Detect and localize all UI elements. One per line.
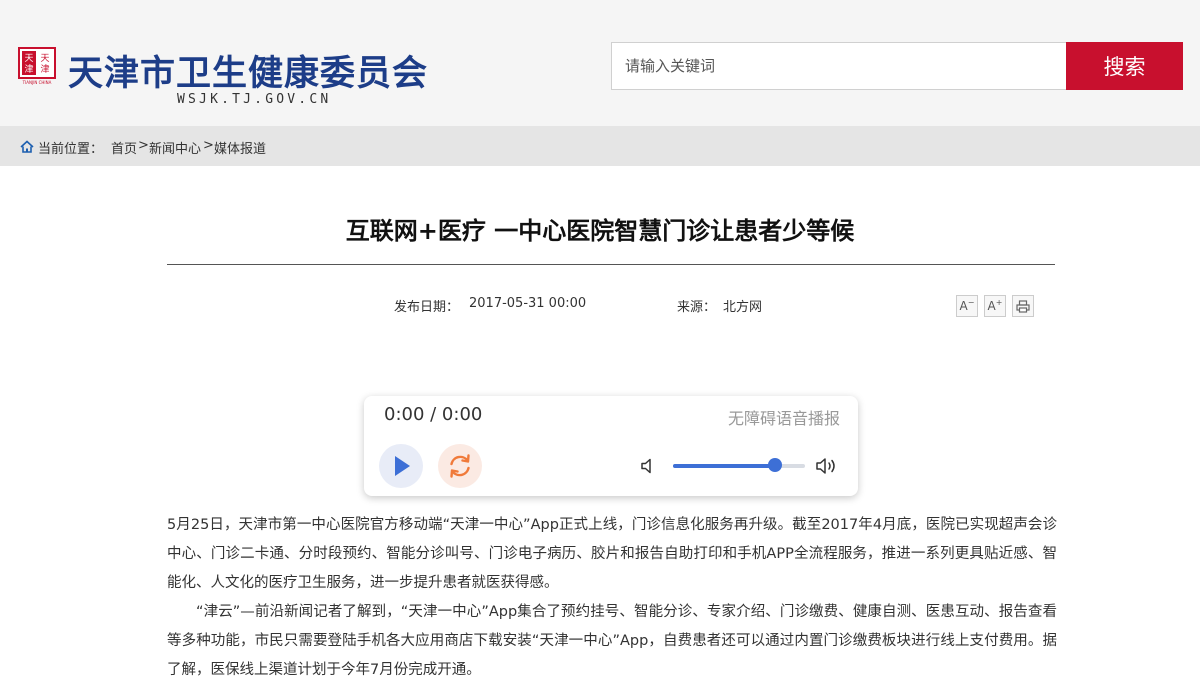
play-button[interactable] (379, 444, 423, 488)
volume-high-icon[interactable] (815, 456, 839, 476)
breadcrumb-news-center[interactable]: 新闻中心 (149, 138, 201, 157)
publish-date-label: 发布日期： (394, 300, 460, 315)
title-divider (167, 264, 1055, 265)
volume-slider[interactable] (673, 458, 805, 472)
font-increase-button[interactable]: A + (984, 295, 1006, 317)
search-box (611, 42, 1067, 90)
breadcrumb-home[interactable]: 首页 (111, 138, 137, 157)
play-icon (395, 456, 410, 476)
breadcrumb-separator: > (203, 138, 214, 153)
svg-text:津: 津 (24, 64, 33, 75)
site-header: 天 津 天 津 TIANJIN CHINA 天津市卫生健康委员会 WSJK.TJ… (0, 0, 1200, 126)
svg-text:天: 天 (24, 54, 33, 64)
printer-icon (1016, 299, 1030, 313)
home-icon (20, 140, 34, 153)
search-button[interactable]: 搜索 (1066, 42, 1183, 90)
font-decrease-button[interactable]: A − (956, 295, 978, 317)
volume-fill (673, 464, 775, 468)
breadcrumb-media-reports[interactable]: 媒体报道 (214, 138, 266, 157)
breadcrumb-separator: > (138, 138, 149, 153)
refresh-icon (450, 454, 470, 478)
volume-low-icon[interactable] (640, 457, 656, 475)
publish-date: 2017-05-31 00:00 (469, 296, 587, 311)
source-value: 北方网 (723, 300, 763, 315)
volume-handle[interactable] (767, 458, 782, 472)
replay-button[interactable] (438, 444, 482, 488)
search-input[interactable] (612, 43, 1066, 89)
font-increase-label: A (987, 299, 996, 313)
source-label: 来源： (677, 300, 717, 315)
svg-text:天: 天 (40, 54, 49, 64)
article-paragraph: “津云”—前沿新闻记者了解到，“天津一中心”App集合了预约挂号、智能分诊、专家… (167, 604, 1057, 678)
site-url: WSJK.TJ.GOV.CN (177, 92, 332, 107)
article-paragraph: 5月25日，天津市第一中心医院官方移动端“天津一中心”App正式上线，门诊信息化… (167, 517, 1057, 591)
audio-player: 0:00 / 0:00 无障碍语音播报 (364, 396, 858, 496)
accessible-audio-label: 无障碍语音播报 (727, 409, 840, 428)
site-title[interactable]: 天津市卫生健康委员会 (68, 45, 428, 96)
print-button[interactable] (1012, 295, 1034, 317)
logo-icon: 天 津 天 津 TIANJIN CHINA (18, 47, 56, 85)
breadcrumb-prefix: 当前位置： (38, 142, 104, 157)
player-time: 0:00 / 0:00 (384, 404, 483, 425)
article-body: 5月25日，天津市第一中心医院官方移动端“天津一中心”App正式上线，门诊信息化… (167, 511, 1057, 685)
font-decrease-label: A (959, 299, 968, 313)
article-title: 互联网+医疗 一中心医院智慧门诊让患者少等候 (345, 217, 855, 245)
svg-text:津: 津 (40, 64, 49, 75)
svg-text:TIANJIN CHINA: TIANJIN CHINA (22, 80, 52, 85)
